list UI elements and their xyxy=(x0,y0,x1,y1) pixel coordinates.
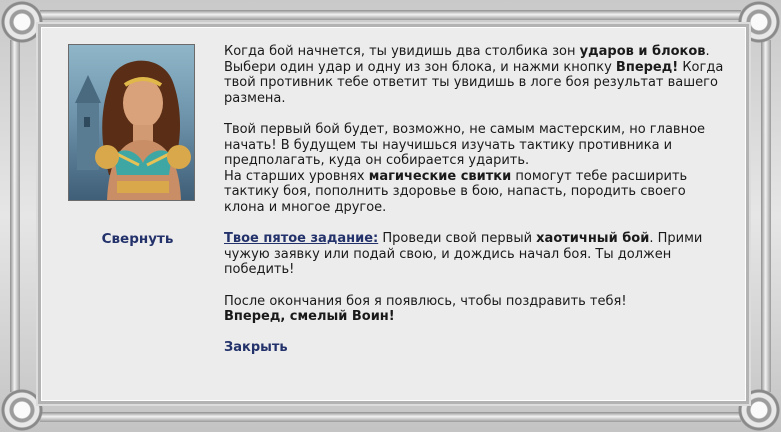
heroine-portrait-icon xyxy=(75,60,191,200)
collapse-link[interactable]: Свернуть xyxy=(41,231,234,247)
quest-text: Когда бой начнется, ты увидишь два столб… xyxy=(224,44,724,371)
frame-rail-bottom xyxy=(40,412,741,422)
close-link[interactable]: Закрыть xyxy=(224,340,288,355)
advice-paragraph: Твой первый бой будет, возможно, не самы… xyxy=(224,121,706,215)
heroine-portrait xyxy=(68,44,195,201)
outro-paragraph: После окончания боя я появлюсь, чтобы по… xyxy=(224,293,627,325)
task-paragraph: Твое пятое задание: Проведи свой первый … xyxy=(224,231,703,278)
frame-rail-right xyxy=(761,40,771,392)
task-link[interactable]: Твое пятое задание: xyxy=(224,231,378,246)
frame-rail-left xyxy=(10,40,20,392)
frame-rail-top xyxy=(40,10,741,20)
intro-paragraph: Когда бой начнется, ты увидишь два столб… xyxy=(224,44,724,106)
quest-dialog: Свернуть Когда бой начнется, ты увидишь … xyxy=(38,24,749,404)
